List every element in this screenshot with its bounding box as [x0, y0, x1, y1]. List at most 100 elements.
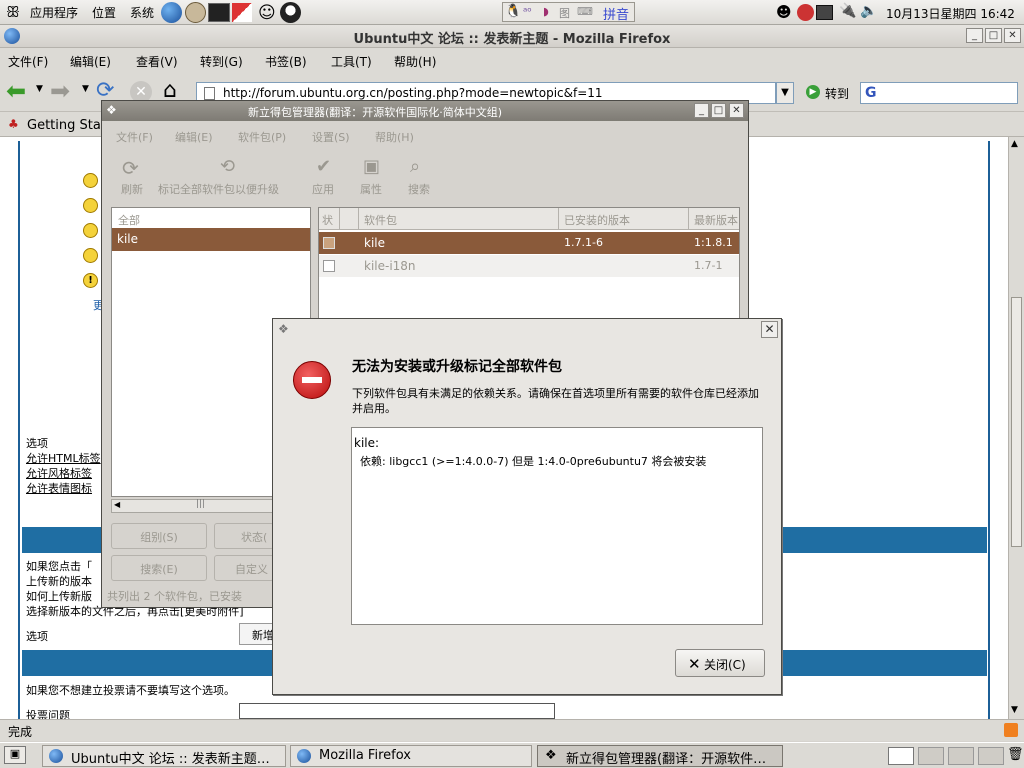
filter-selected-row[interactable]: kile: [112, 228, 310, 251]
smiley-icon[interactable]: [83, 223, 98, 238]
properties-button[interactable]: 属性: [360, 181, 382, 197]
package-checkbox[interactable]: [323, 260, 335, 272]
synaptic-menu-settings[interactable]: 设置(S): [312, 129, 350, 145]
ime-punct-icon[interactable]: 图: [559, 5, 570, 21]
synaptic-menu-package[interactable]: 软件包(P): [238, 129, 286, 145]
search-icon[interactable]: ⌕: [410, 156, 420, 177]
search-button[interactable]: 搜索: [408, 181, 430, 197]
poll-question-input[interactable]: [239, 703, 555, 719]
qq-launcher-icon[interactable]: [280, 2, 301, 23]
search-input[interactable]: G: [860, 82, 1018, 104]
menu-applications[interactable]: 应用程序: [30, 4, 78, 21]
col-installed[interactable]: 已安装的版本: [564, 212, 630, 228]
status-button[interactable]: 状态(: [214, 523, 274, 549]
synaptic-minimize-button[interactable]: _: [694, 103, 709, 118]
allow-smilies-option[interactable]: 允许表情图标: [26, 480, 92, 496]
scroll-down-icon[interactable]: ▼: [1011, 705, 1018, 715]
forward-dropdown-icon[interactable]: ▼: [82, 84, 89, 94]
penguin-icon[interactable]: 🐧: [505, 4, 521, 19]
back-icon[interactable]: ⬅: [6, 77, 26, 105]
tray-gaim-icon[interactable]: ☻: [776, 3, 792, 21]
synaptic-icon[interactable]: ❖: [106, 103, 117, 117]
workspace-4[interactable]: [978, 747, 1004, 765]
google-icon[interactable]: G: [865, 85, 877, 101]
volume-icon[interactable]: 🔈: [860, 3, 877, 19]
mail-launcher-icon[interactable]: [185, 2, 206, 23]
exclaim-icon[interactable]: !: [83, 273, 98, 288]
scroll-up-icon[interactable]: ▲: [1011, 139, 1018, 149]
gaim-launcher-icon[interactable]: ☺: [258, 3, 276, 23]
menu-edit[interactable]: 编辑(E): [70, 53, 111, 70]
synaptic-maximize-button[interactable]: □: [711, 103, 726, 118]
package-row[interactable]: kile-i18n 1.7-1: [319, 255, 739, 277]
package-list[interactable]: 状 软件包 已安装的版本 最新版本 kile 1.7.1-6 1:1.8.1 k…: [318, 207, 740, 319]
allow-html-option[interactable]: 允许HTML标签: [26, 450, 101, 466]
menu-help[interactable]: 帮助(H): [394, 53, 436, 70]
dialog-close-icon[interactable]: ✕: [761, 321, 778, 338]
dialog-close-button[interactable]: ✕ 关闭(C): [675, 649, 765, 677]
go-icon[interactable]: ▶: [806, 85, 820, 99]
allow-bbcode-option[interactable]: 允许风格标签: [26, 465, 92, 481]
smiley-icon[interactable]: [83, 173, 98, 188]
menu-file[interactable]: 文件(F): [8, 53, 48, 70]
close-window-button[interactable]: ✕: [1004, 28, 1021, 43]
synaptic-close-button[interactable]: ✕: [729, 103, 744, 118]
scroll-left-icon[interactable]: ◀: [114, 500, 120, 509]
workspace-3[interactable]: [948, 747, 974, 765]
go-button[interactable]: 转到: [825, 85, 849, 102]
menu-system[interactable]: 系统: [130, 4, 154, 21]
ime-width-icon[interactable]: ◗: [543, 5, 549, 18]
filter-hscrollbar[interactable]: ◀ |||: [111, 499, 274, 513]
taskbar-item[interactable]: Mozilla Firefox: [290, 745, 532, 767]
menu-view[interactable]: 查看(V): [136, 53, 178, 70]
menu-tools[interactable]: 工具(T): [331, 53, 372, 70]
col-latest[interactable]: 最新版本: [694, 212, 738, 228]
show-desktop-icon[interactable]: ▣: [4, 746, 26, 764]
scroll-thumb[interactable]: [1011, 297, 1022, 547]
ime-keyboard-icon[interactable]: ⌨: [577, 5, 593, 18]
mark-upgrade-icon[interactable]: ⟲: [220, 156, 235, 177]
tray-network-icon[interactable]: [816, 5, 833, 20]
filter-kile[interactable]: kile: [117, 232, 138, 246]
workspace-1[interactable]: [888, 747, 914, 765]
col-package[interactable]: 软件包: [364, 212, 397, 228]
ubuntu-foot-icon[interactable]: ꕥ: [6, 3, 20, 21]
mark-all-upgrades-button[interactable]: 标记全部软件包以便升级: [158, 181, 279, 197]
acrobat-launcher-icon[interactable]: [232, 3, 252, 22]
trash-icon[interactable]: 🗑: [1007, 747, 1024, 762]
synaptic-menu-help[interactable]: 帮助(H): [375, 129, 414, 145]
tray-power-icon[interactable]: 🔌: [839, 3, 856, 19]
smiley-icon[interactable]: [83, 248, 98, 263]
dependency-detail[interactable]: kile: 依赖: libgcc1 (>=1:4.0.0-7) 但是 1:4.0…: [351, 427, 763, 625]
ime-mode-icon[interactable]: ᵃᵒ: [523, 5, 532, 18]
rss-icon[interactable]: [1004, 723, 1018, 737]
back-dropdown-icon[interactable]: ▼: [36, 84, 43, 94]
scroll-grip-icon[interactable]: |||: [196, 499, 205, 509]
forward-icon[interactable]: ➡: [50, 77, 70, 105]
clock[interactable]: 10月13日星期四 16:42: [886, 5, 1015, 22]
menu-bookmarks[interactable]: 书签(B): [265, 53, 307, 70]
search-results-button[interactable]: 搜索(E): [111, 555, 207, 581]
synaptic-menu-file[interactable]: 文件(F): [116, 129, 153, 145]
package-row[interactable]: kile 1.7.1-6 1:1.8.1: [319, 232, 739, 254]
page-scrollbar[interactable]: ▲ ▼: [1008, 137, 1024, 719]
ime-mode-label[interactable]: 拼音: [603, 4, 629, 23]
minimize-button[interactable]: _: [966, 28, 983, 43]
bookmark-getting-started[interactable]: Getting Sta: [27, 118, 101, 133]
col-status[interactable]: 状: [322, 212, 333, 228]
properties-icon[interactable]: ▣: [363, 156, 380, 177]
sections-button[interactable]: 组别(S): [111, 523, 207, 549]
apply-button[interactable]: 应用: [312, 181, 334, 197]
custom-filters-button[interactable]: 自定义: [214, 555, 274, 581]
filter-all[interactable]: 全部: [118, 212, 140, 228]
taskbar-item[interactable]: ❖ 新立得包管理器(翻译：开源软件…: [537, 745, 783, 767]
url-dropdown-icon[interactable]: ▼: [776, 82, 794, 104]
smiley-icon[interactable]: [83, 198, 98, 213]
package-checkbox[interactable]: [323, 237, 335, 249]
maximize-button[interactable]: □: [985, 28, 1002, 43]
apply-icon[interactable]: ✔: [316, 156, 331, 177]
reload-icon[interactable]: ⟳: [122, 156, 139, 180]
taskbar-item[interactable]: Ubuntu中文 论坛 :: 发表新主题…: [42, 745, 286, 767]
firefox-launcher-icon[interactable]: [161, 2, 182, 23]
tray-update-icon[interactable]: [797, 4, 814, 21]
